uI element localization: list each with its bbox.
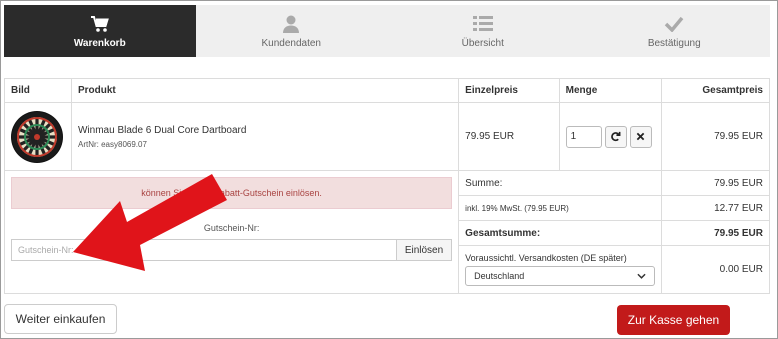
cart-icon	[90, 14, 110, 34]
step-uebersicht[interactable]: Übersicht	[387, 5, 579, 57]
unit-price: 79.95 EUR	[458, 102, 560, 171]
line-total: 79.95 EUR	[661, 102, 770, 171]
product-name[interactable]: Winmau Blade 6 Dual Core Dartboard	[78, 125, 452, 136]
step-bestaetigung[interactable]: Bestätigung	[579, 5, 771, 57]
step-label: Kundendaten	[261, 37, 321, 49]
coupon-input[interactable]: Gutschein-Nr:	[11, 239, 396, 261]
table-row: Winmau Blade 6 Dual Core Dartboard ArtNr…	[4, 102, 770, 171]
coupon-label: Gutschein-Nr:	[203, 223, 260, 233]
product-image-cell	[4, 102, 72, 171]
refresh-button[interactable]	[604, 125, 627, 148]
step-label: Bestätigung	[647, 37, 701, 49]
shipping-label: Voraussichtl. Versandkosten (DE später)	[465, 253, 627, 263]
coupon-alert: können Sie einen Rabatt-Gutschein einlös…	[11, 177, 453, 209]
chevron-down-icon	[637, 273, 646, 279]
total-label: Gesamtsumme:	[458, 220, 663, 246]
sum-label: Summe:	[458, 170, 663, 196]
country-select-value: Deutschland	[474, 271, 525, 281]
close-icon	[636, 132, 645, 141]
shipping-value: 0.00 EUR	[661, 245, 770, 294]
checkout-steps: Warenkorb Kundendaten Übersicht Bestätig…	[4, 5, 770, 57]
sum-value: 79.95 EUR	[661, 170, 770, 196]
col-header-quantity: Menge	[558, 78, 663, 103]
step-label: Warenkorb	[73, 37, 126, 49]
step-kundendaten[interactable]: Kundendaten	[196, 5, 388, 57]
product-cell: Winmau Blade 6 Dual Core Dartboard ArtNr…	[70, 102, 460, 171]
summary-row: können Sie einen Rabatt-Gutschein einlös…	[3, 170, 770, 294]
product-art-nr: ArtNr: easy8069.07	[77, 139, 147, 149]
continue-shopping-button[interactable]: Weiter einkaufen	[4, 304, 117, 334]
refresh-icon	[611, 131, 621, 142]
col-header-total: Gesamtpreis	[661, 78, 770, 103]
checkout-button[interactable]: Zur Kasse gehen	[617, 305, 730, 335]
check-icon	[664, 14, 684, 34]
coupon-section: können Sie einen Rabatt-Gutschein einlös…	[3, 170, 460, 294]
col-header-image: Bild	[4, 78, 72, 103]
total-value: 79.95 EUR	[661, 220, 770, 246]
col-header-unit-price: Einzelpreis	[458, 78, 560, 103]
shipping-cell: Voraussichtl. Versandkosten (DE später) …	[458, 245, 663, 294]
list-icon	[472, 14, 493, 34]
remove-button[interactable]	[629, 125, 652, 148]
step-label: Übersicht	[461, 37, 504, 49]
step-warenkorb[interactable]: Warenkorb	[4, 5, 196, 57]
cart-table: Bild Produkt Einzelpreis Menge Gesamtpre…	[3, 78, 770, 294]
country-select[interactable]: Deutschland	[465, 266, 656, 286]
vat-label: inkl. 19% MwSt. (79.95 EUR)	[458, 195, 663, 221]
col-header-product: Produkt	[70, 78, 460, 103]
redeem-button[interactable]: Einlösen	[395, 239, 453, 261]
quantity-input[interactable]: 1	[565, 125, 602, 148]
user-icon	[283, 14, 300, 34]
product-image[interactable]	[11, 110, 63, 163]
quantity-cell: 1	[558, 102, 663, 171]
vat-value: 12.77 EUR	[661, 195, 770, 221]
